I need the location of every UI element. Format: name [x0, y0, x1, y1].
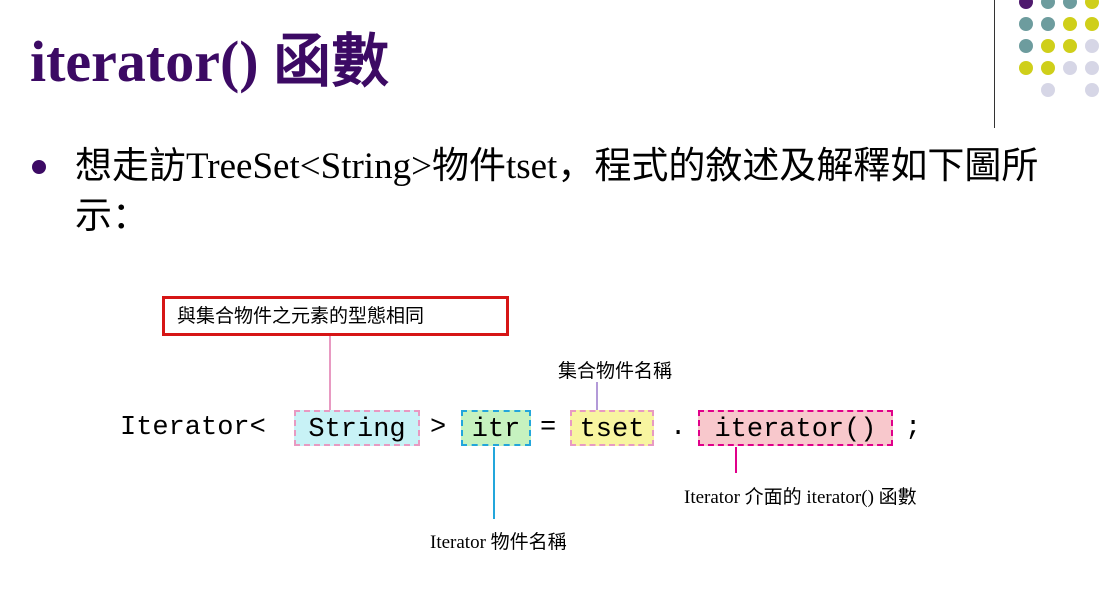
code-obj-tset: tset	[570, 410, 654, 446]
code-equals: =	[540, 413, 557, 443]
code-dot: .	[670, 413, 687, 443]
code-method-iterator: iterator()	[698, 410, 893, 446]
label-iterator-method: Iterator 介面的 iterator() 函數	[684, 487, 917, 508]
label-collection-name: 集合物件名稱	[558, 360, 673, 382]
type-note-box: 與集合物件之元素的型態相同	[162, 296, 509, 336]
label-iterator-var: Iterator 物件名稱	[430, 532, 567, 553]
code-type-string: String	[294, 410, 420, 446]
code-var-itr: itr	[461, 410, 531, 446]
code-gt: >	[430, 413, 447, 443]
code-semicolon: ;	[905, 413, 922, 443]
code-iterator-prefix: Iterator<	[120, 413, 266, 443]
